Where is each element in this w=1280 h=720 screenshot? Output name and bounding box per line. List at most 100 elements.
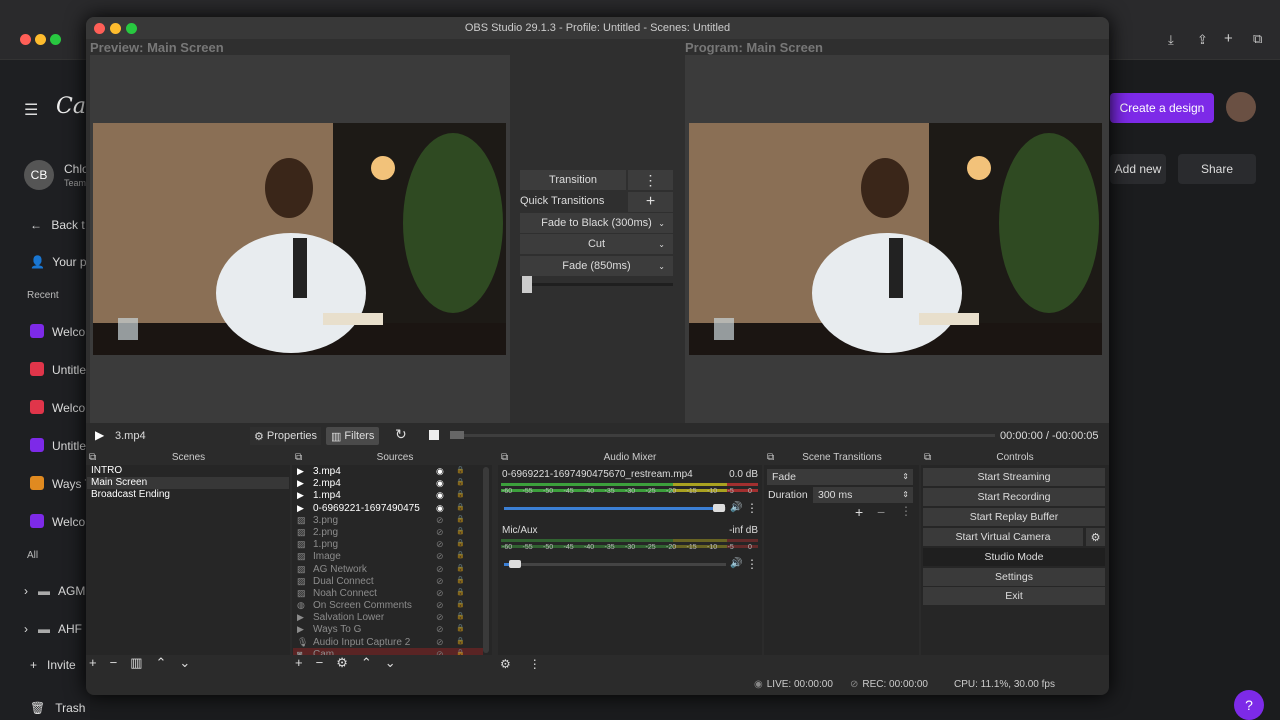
eye-off-icon[interactable]: ⊘ [436, 623, 444, 635]
source-item[interactable]: ▨ 1.png ⊘ 🔒 [293, 538, 483, 550]
lock-icon[interactable]: 🔒 [456, 575, 465, 587]
play-icon[interactable]: ▶ [95, 428, 104, 442]
dock-icon[interactable]: ⧉ [501, 450, 508, 465]
scene-item[interactable]: Main Screen [87, 477, 289, 490]
eye-off-icon[interactable]: ⊘ [436, 587, 444, 599]
advanced-audio-icon[interactable]: ⚙ [500, 657, 511, 671]
lock-icon[interactable]: 🔒 [456, 514, 465, 526]
source-item[interactable]: ▨ 3.png ⊘ 🔒 [293, 514, 483, 526]
sources-scrollbar[interactable] [483, 467, 489, 653]
sidebar-item-back[interactable]: ← Back t [30, 218, 85, 232]
eye-icon[interactable]: ◉ [436, 465, 444, 477]
control-exit-button[interactable]: Exit [923, 587, 1105, 605]
control-start-recording-button[interactable]: Start Recording [923, 488, 1105, 506]
eye-off-icon[interactable]: ⊘ [436, 514, 444, 526]
folder-item[interactable]: › ▬ AHF [24, 622, 82, 636]
tabs-icon[interactable]: ⧉ [1253, 31, 1262, 47]
create-design-button[interactable]: Create a design [1110, 93, 1214, 123]
volume-fader-handle[interactable] [509, 560, 522, 568]
eye-icon[interactable]: ◉ [436, 477, 444, 489]
download-icon[interactable]: ⤓ [1168, 32, 1174, 48]
move-down-icon[interactable]: ⌄ [179, 655, 190, 671]
sidebar-item-your-projects[interactable]: 👤 Your p [30, 255, 87, 269]
lock-icon[interactable]: 🔒 [456, 538, 465, 550]
share-icon[interactable]: ⇪ [1197, 32, 1208, 48]
source-item[interactable]: ▶ Ways To G ⊘ 🔒 [293, 623, 483, 635]
lock-icon[interactable]: 🔒 [456, 599, 465, 611]
recent-item[interactable]: Welco [52, 325, 85, 339]
recent-item[interactable]: Welco [52, 515, 85, 529]
add-source-icon[interactable]: + [295, 655, 303, 671]
source-item[interactable]: ▨ Dual Connect ⊘ 🔒 [293, 575, 483, 587]
lock-icon[interactable]: 🔒 [456, 526, 465, 538]
source-item[interactable]: ▶ 0-6969221-1697490475 ◉ 🔒 [293, 502, 483, 514]
transition-menu-icon[interactable]: ⋮ [628, 170, 673, 190]
add-quick-transition-button[interactable]: + [628, 192, 673, 212]
dock-icon[interactable]: ⧉ [767, 450, 774, 465]
eye-off-icon[interactable]: ⊘ [436, 538, 444, 550]
stop-icon[interactable] [429, 430, 439, 440]
lock-icon[interactable]: 🔒 [456, 502, 465, 514]
speaker-icon[interactable]: 🔊 [730, 502, 742, 513]
source-item[interactable]: ▶ 1.mp4 ◉ 🔒 [293, 489, 483, 501]
transition-select[interactable]: Fade ⇕ [767, 469, 913, 485]
restart-icon[interactable]: ↻ [395, 426, 407, 443]
remove-transition-icon[interactable]: − [877, 504, 885, 520]
mixer-menu-icon[interactable]: ⋮ [529, 657, 541, 671]
source-item[interactable]: ◍ On Screen Comments ⊘ 🔒 [293, 599, 483, 611]
properties-button[interactable]: ⚙ Properties [250, 427, 322, 445]
quick-transition[interactable]: Fade (850ms) ⌄ [520, 256, 673, 276]
avatar[interactable]: CB [24, 160, 54, 190]
close-icon[interactable] [20, 34, 31, 45]
menu-icon[interactable]: ☰ [24, 100, 38, 120]
eye-off-icon[interactable]: ⊘ [436, 526, 444, 538]
scene-item[interactable]: INTRO [87, 465, 289, 477]
maximize-icon[interactable] [50, 34, 61, 45]
t-bar-handle[interactable] [522, 276, 532, 293]
volume-fader-handle[interactable] [713, 504, 726, 512]
share-button[interactable]: Share [1178, 154, 1256, 184]
help-button[interactable]: ? [1234, 690, 1264, 720]
gear-icon[interactable]: ⚙ [336, 655, 348, 671]
move-up-icon[interactable]: ⌃ [155, 655, 166, 671]
lock-icon[interactable]: 🔒 [456, 489, 465, 501]
maximize-icon[interactable] [126, 23, 137, 34]
dock-icon[interactable]: ⧉ [89, 450, 96, 465]
add-scene-icon[interactable]: + [89, 655, 97, 671]
volume-fader-track[interactable] [504, 563, 726, 566]
source-item[interactable]: ▶ 3.mp4 ◉ 🔒 [293, 465, 483, 477]
avatar[interactable] [1226, 92, 1256, 122]
speaker-icon[interactable]: 🔊 [730, 558, 742, 569]
remove-source-icon[interactable]: − [316, 655, 324, 671]
lock-icon[interactable]: 🔒 [456, 550, 465, 562]
add-transition-icon[interactable]: + [855, 504, 863, 520]
eye-off-icon[interactable]: ⊘ [436, 611, 444, 623]
control-studio-mode-button[interactable]: Studio Mode [923, 548, 1105, 566]
lock-icon[interactable]: 🔒 [456, 563, 465, 575]
dock-icon[interactable]: ⧉ [924, 450, 931, 465]
recent-item[interactable]: Welco [52, 401, 85, 415]
move-down-icon[interactable]: ⌄ [385, 655, 396, 671]
eye-icon[interactable]: ◉ [436, 489, 444, 501]
lock-icon[interactable]: 🔒 [456, 636, 465, 648]
lock-icon[interactable]: 🔒 [456, 587, 465, 599]
source-item[interactable]: 🎙 Audio Input Capture 2 ⊘ 🔒 [293, 636, 483, 648]
new-tab-icon[interactable]: + [1224, 30, 1233, 47]
add-new-button[interactable]: Add new [1110, 154, 1166, 184]
lock-icon[interactable]: 🔒 [456, 623, 465, 635]
media-seek-bar[interactable] [450, 434, 995, 437]
quick-transition[interactable]: Cut ⌄ [520, 234, 673, 254]
transition-props-icon[interactable]: ⋮ [900, 504, 912, 518]
minimize-icon[interactable] [110, 23, 121, 34]
trash-button[interactable]: 🗑 Trash [30, 701, 85, 715]
source-item[interactable]: ▨ Image ⊘ 🔒 [293, 550, 483, 562]
lock-icon[interactable]: 🔒 [456, 611, 465, 623]
source-item[interactable]: ▨ 2.png ⊘ 🔒 [293, 526, 483, 538]
recent-item[interactable]: Untitle [52, 439, 86, 453]
source-item[interactable]: ▶ 2.mp4 ◉ 🔒 [293, 477, 483, 489]
transition-button[interactable]: Transition [520, 170, 626, 190]
eye-off-icon[interactable]: ⊘ [436, 636, 444, 648]
media-seek-handle[interactable] [450, 431, 464, 439]
folder-item[interactable]: › ▬ AGM [24, 584, 85, 598]
minimize-icon[interactable] [35, 34, 46, 45]
